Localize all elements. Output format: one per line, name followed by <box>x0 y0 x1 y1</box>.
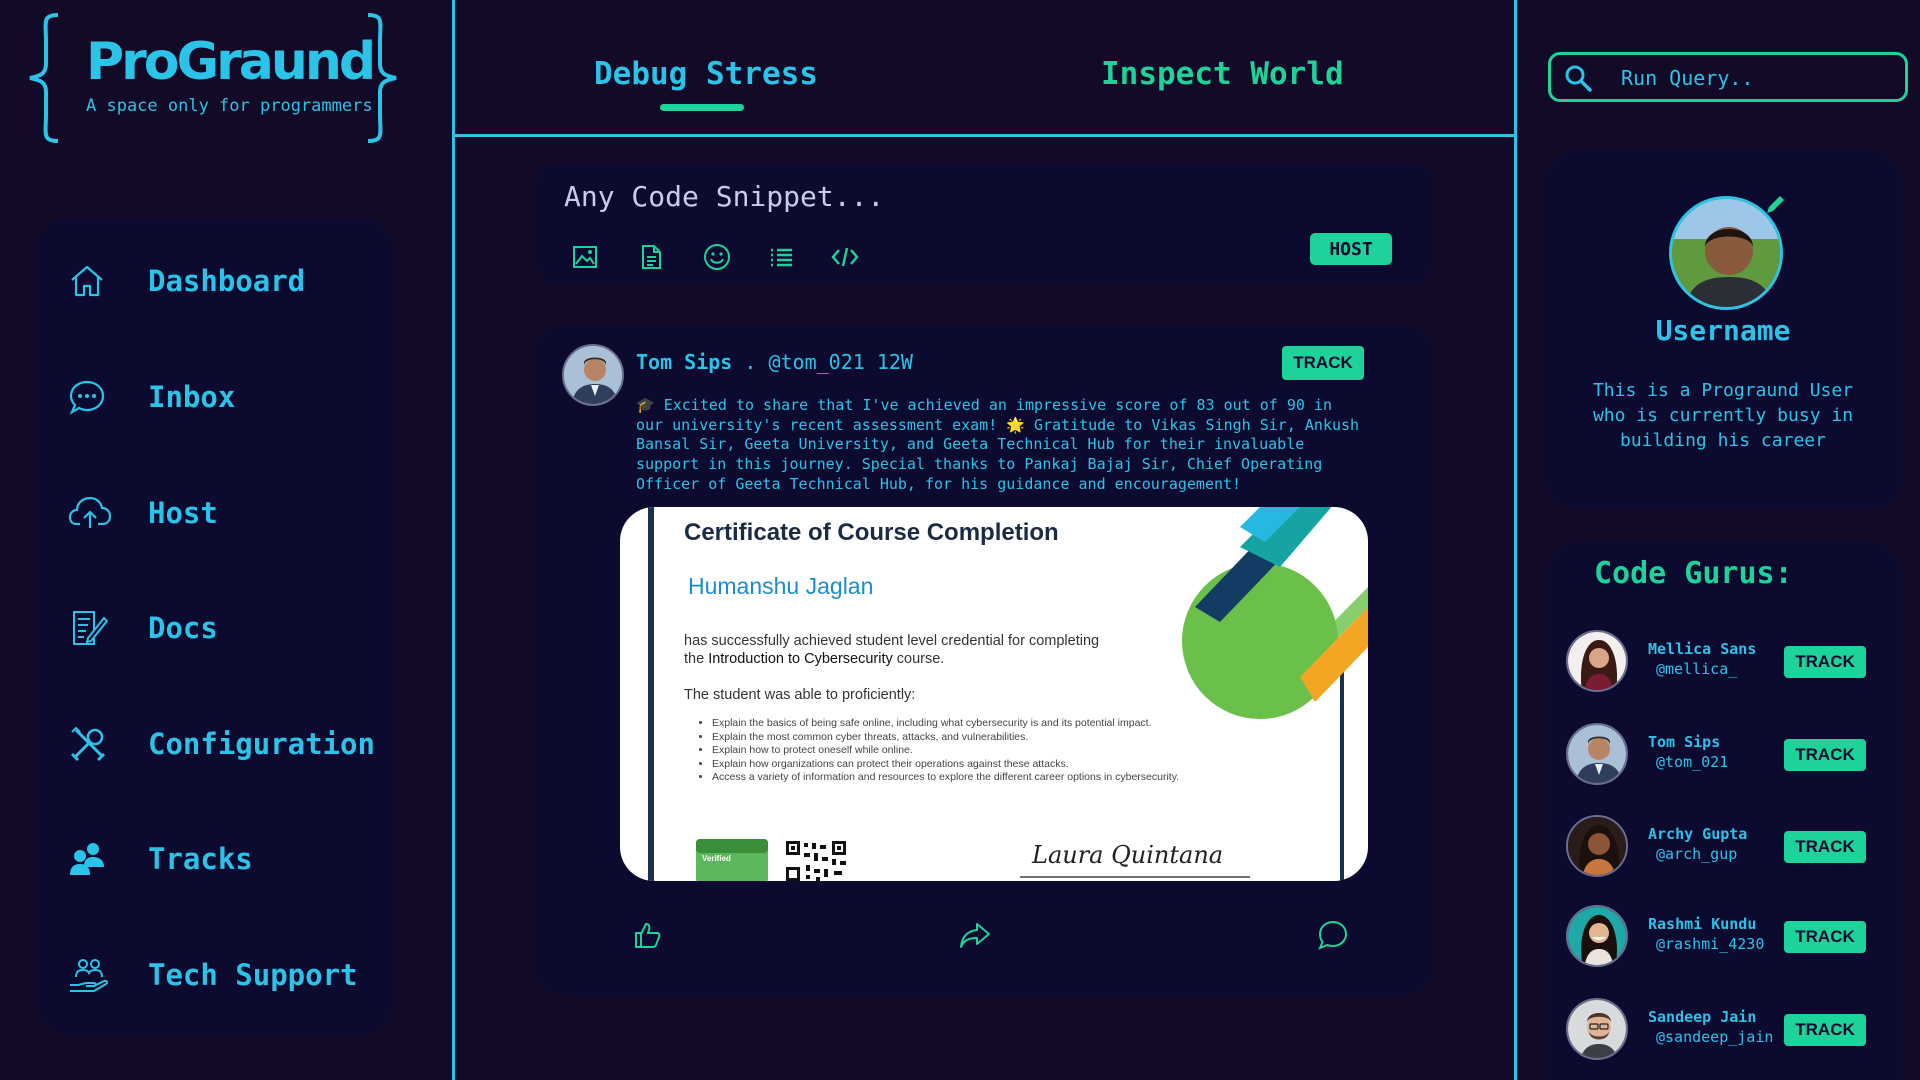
host-button[interactable]: HOST <box>1310 233 1392 265</box>
emoji-icon[interactable] <box>700 240 734 274</box>
guru-handle: @tom_021 <box>1656 753 1729 771</box>
image-icon[interactable] <box>568 240 602 274</box>
guru-item: Sandeep Jain @sandeep_jain TRACK <box>1566 996 1886 1062</box>
guru-name[interactable]: Tom Sips <box>1648 733 1720 751</box>
guru-name[interactable]: Sandeep Jain <box>1648 1008 1756 1026</box>
guru-item: Mellica Sans @mellica_ TRACK <box>1566 628 1886 694</box>
guru-handle: @mellica_ <box>1656 660 1738 678</box>
feed-post: Tom Sips . @tom_021 12W TRACK 🎓 Excited … <box>536 326 1432 994</box>
code-snippet-input[interactable] <box>564 176 1284 216</box>
file-icon[interactable] <box>634 240 668 274</box>
verified-badge: Verified <box>702 854 731 863</box>
support-hand-icon <box>68 953 120 997</box>
sidebar-item-label: Host <box>148 496 218 530</box>
brand-logo[interactable]: ProGraund A space only for programmers <box>26 12 400 144</box>
tools-icon <box>68 722 120 766</box>
comment-icon[interactable] <box>1316 918 1350 952</box>
certificate-bullet: Explain the basics of being safe online,… <box>712 717 1179 731</box>
post-header: Tom Sips . @tom_021 12W <box>636 350 913 374</box>
certificate-recipient: Humanshu Jaglan <box>688 573 874 599</box>
cloud-upload-icon <box>68 491 120 535</box>
guru-name[interactable]: Mellica Sans <box>1648 640 1756 658</box>
guru-handle: @arch_gup <box>1656 845 1738 863</box>
sidebar-item-tech-support[interactable]: Tech Support <box>68 946 378 1004</box>
edit-pencil-icon[interactable] <box>1764 194 1786 216</box>
guru-item: Rashmi Kundu @rashmi_4230 TRACK <box>1566 903 1886 969</box>
avatar[interactable] <box>1566 905 1628 967</box>
list-icon[interactable] <box>764 240 798 274</box>
guru-name[interactable]: Rashmi Kundu <box>1648 915 1756 933</box>
certificate-image[interactable]: Certificate of Course Completion Humansh… <box>620 507 1368 881</box>
profile-username: Username <box>1655 314 1791 347</box>
certificate-bullet: Explain how organizations can protect th… <box>712 758 1179 772</box>
post-meta: . @tom_021 12W <box>744 350 913 374</box>
sidebar-item-dashboard[interactable]: Dashboard <box>68 252 378 310</box>
tab-debug-stress[interactable]: Debug Stress <box>594 56 818 92</box>
certificate-able-text: The student was able to proficiently: <box>684 687 916 703</box>
sidebar-item-configuration[interactable]: Configuration <box>68 715 378 773</box>
certificate-title: Certificate of Course Completion <box>684 519 1059 546</box>
sidebar-item-tracks[interactable]: Tracks <box>68 830 378 888</box>
guru-item: Tom Sips @tom_021 TRACK <box>1566 721 1886 787</box>
users-icon <box>68 837 120 881</box>
sidebar-item-label: Tracks <box>148 842 253 876</box>
search-input[interactable] <box>1621 63 1891 93</box>
sidebar-item-docs[interactable]: Docs <box>68 599 378 657</box>
guru-item: Archy Gupta @arch_gup TRACK <box>1566 813 1886 879</box>
like-icon[interactable] <box>630 918 664 952</box>
certificate-bullet: Access a variety of information and reso… <box>712 771 1179 785</box>
certificate-line-1: has successfully achieved student level … <box>684 633 1100 649</box>
document-edit-icon <box>68 606 120 650</box>
certificate-line-2: the Introduction to Cybersecurity course… <box>684 651 945 667</box>
track-button[interactable]: TRACK <box>1784 921 1866 953</box>
sidebar-item-label: Configuration <box>148 727 375 761</box>
avatar[interactable] <box>1566 723 1628 785</box>
certificate-signature: Laura Quintana <box>1032 841 1224 869</box>
sidebar-item-label: Inbox <box>148 380 236 414</box>
code-icon[interactable] <box>828 240 862 274</box>
certificate-bullet: Explain the most common cyber threats, a… <box>712 731 1179 745</box>
search-icon[interactable] <box>1563 63 1593 93</box>
profile-card: Username This is a Prograund User who is… <box>1544 150 1902 510</box>
post-composer: HOST <box>536 162 1432 284</box>
post-author-name[interactable]: Tom Sips <box>636 350 732 374</box>
sidebar-item-label: Docs <box>148 611 218 645</box>
post-body-text: 🎓 Excited to share that I've achieved an… <box>636 396 1360 493</box>
avatar[interactable] <box>1566 630 1628 692</box>
brand-tagline: A space only for programmers <box>86 96 373 116</box>
track-button[interactable]: TRACK <box>1784 646 1866 678</box>
search-bar[interactable] <box>1548 52 1908 102</box>
certificate-bullet: Explain how to protect oneself while onl… <box>712 744 1179 758</box>
code-gurus-panel: Code Gurus: Mellica Sans @mellica_ TRACK… <box>1546 542 1902 1080</box>
avatar[interactable] <box>1566 998 1628 1060</box>
brand-title: ProGraund <box>86 32 376 92</box>
track-author-button[interactable]: TRACK <box>1282 346 1364 380</box>
track-button[interactable]: TRACK <box>1784 739 1866 771</box>
right-brace-icon <box>367 13 397 143</box>
track-button[interactable]: TRACK <box>1784 831 1866 863</box>
tabs-divider <box>454 134 1515 137</box>
sidebar-item-label: Tech Support <box>148 958 358 992</box>
sidebar: Dashboard Inbox Host Docs Configuration … <box>36 218 394 1034</box>
active-tab-indicator <box>660 104 744 111</box>
certificate-bullets: Explain the basics of being safe online,… <box>712 717 1179 785</box>
sidebar-item-host[interactable]: Host <box>68 484 378 542</box>
tab-inspect-world[interactable]: Inspect World <box>1101 56 1344 92</box>
share-icon[interactable] <box>958 918 992 952</box>
guru-handle: @sandeep_jain <box>1656 1028 1774 1046</box>
home-icon <box>68 259 120 303</box>
guru-handle: @rashmi_4230 <box>1656 935 1765 953</box>
avatar[interactable] <box>562 344 624 406</box>
code-gurus-title: Code Gurus: <box>1594 556 1793 591</box>
chat-bubble-icon <box>68 375 120 419</box>
track-button[interactable]: TRACK <box>1784 1014 1866 1046</box>
sidebar-item-inbox[interactable]: Inbox <box>68 368 378 426</box>
profile-bio: This is a Prograund User who is currentl… <box>1592 380 1854 451</box>
left-brace-icon <box>29 13 59 143</box>
guru-name[interactable]: Archy Gupta <box>1648 825 1747 843</box>
right-divider <box>1514 0 1517 1080</box>
left-divider <box>452 0 455 1080</box>
sidebar-item-label: Dashboard <box>148 264 306 298</box>
avatar[interactable] <box>1566 815 1628 877</box>
